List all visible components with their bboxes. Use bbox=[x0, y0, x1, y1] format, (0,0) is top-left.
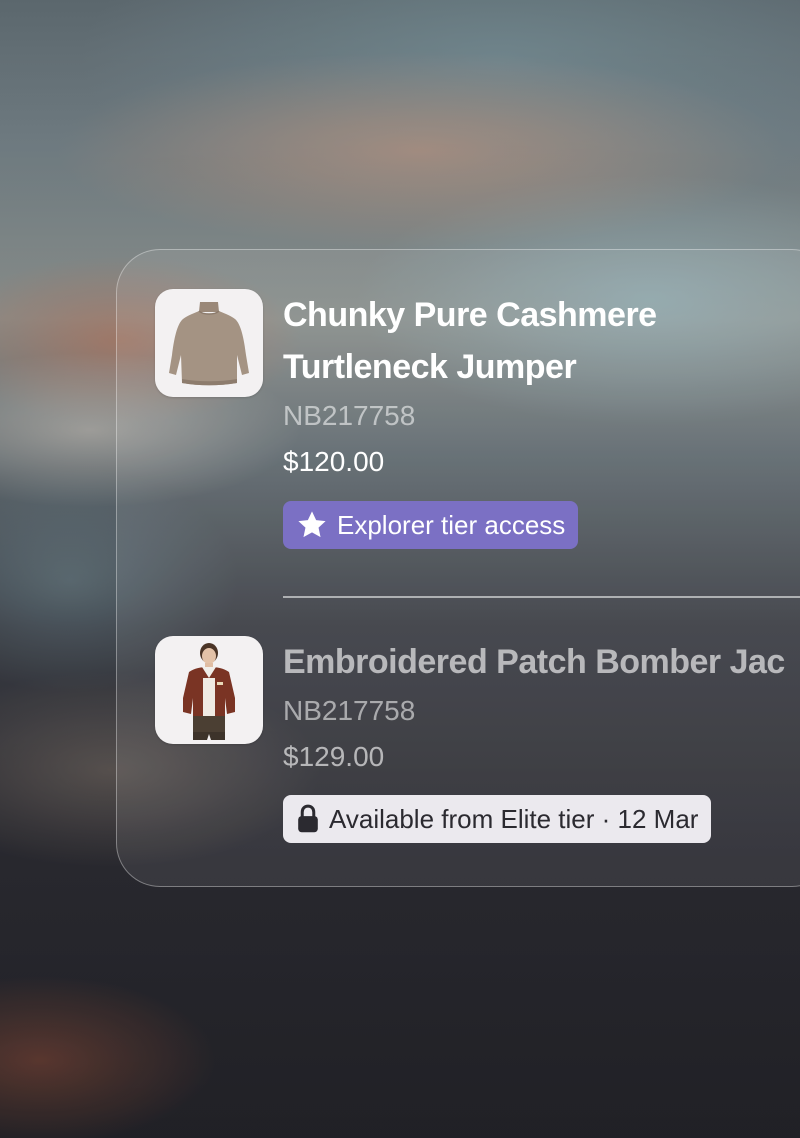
product-price: $129.00 bbox=[283, 741, 385, 772]
product-image-jumper[interactable] bbox=[155, 289, 263, 397]
product-image-bomber-jacket[interactable] bbox=[155, 636, 263, 744]
product-title[interactable]: Embroidered Patch Bomber Jac bbox=[283, 636, 800, 688]
product-price: $120.00 bbox=[283, 446, 385, 477]
product-list-card: Chunky Pure Cashmere Turtleneck Jumper NB… bbox=[116, 249, 800, 887]
tier-badge: Explorer tier access bbox=[283, 501, 579, 549]
divider bbox=[283, 596, 800, 598]
product-title[interactable]: Chunky Pure Cashmere Turtleneck Jumper bbox=[283, 289, 800, 393]
product-sku: NB217758 bbox=[283, 695, 416, 726]
star-icon bbox=[296, 509, 328, 541]
tier-badge-label: Explorer tier access bbox=[337, 509, 566, 540]
tier-badge: Available from Elite tier · 12 Mar bbox=[283, 795, 712, 843]
lock-icon bbox=[296, 804, 320, 834]
product-sku: NB217758 bbox=[283, 400, 416, 431]
tier-badge-label: Available from Elite tier · 12 Mar bbox=[329, 803, 699, 834]
